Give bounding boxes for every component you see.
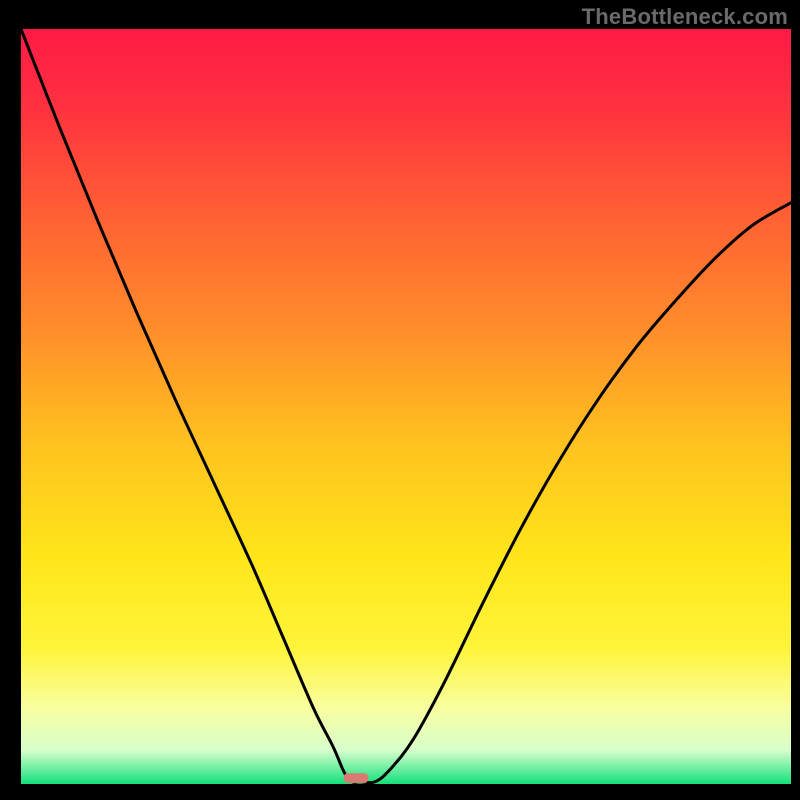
chart-frame: TheBottleneck.com xyxy=(0,0,800,800)
chart-svg xyxy=(21,29,791,784)
gradient-background xyxy=(21,29,791,784)
watermark-text: TheBottleneck.com xyxy=(582,4,788,30)
plot-area xyxy=(21,29,791,784)
optimum-marker xyxy=(344,773,369,783)
